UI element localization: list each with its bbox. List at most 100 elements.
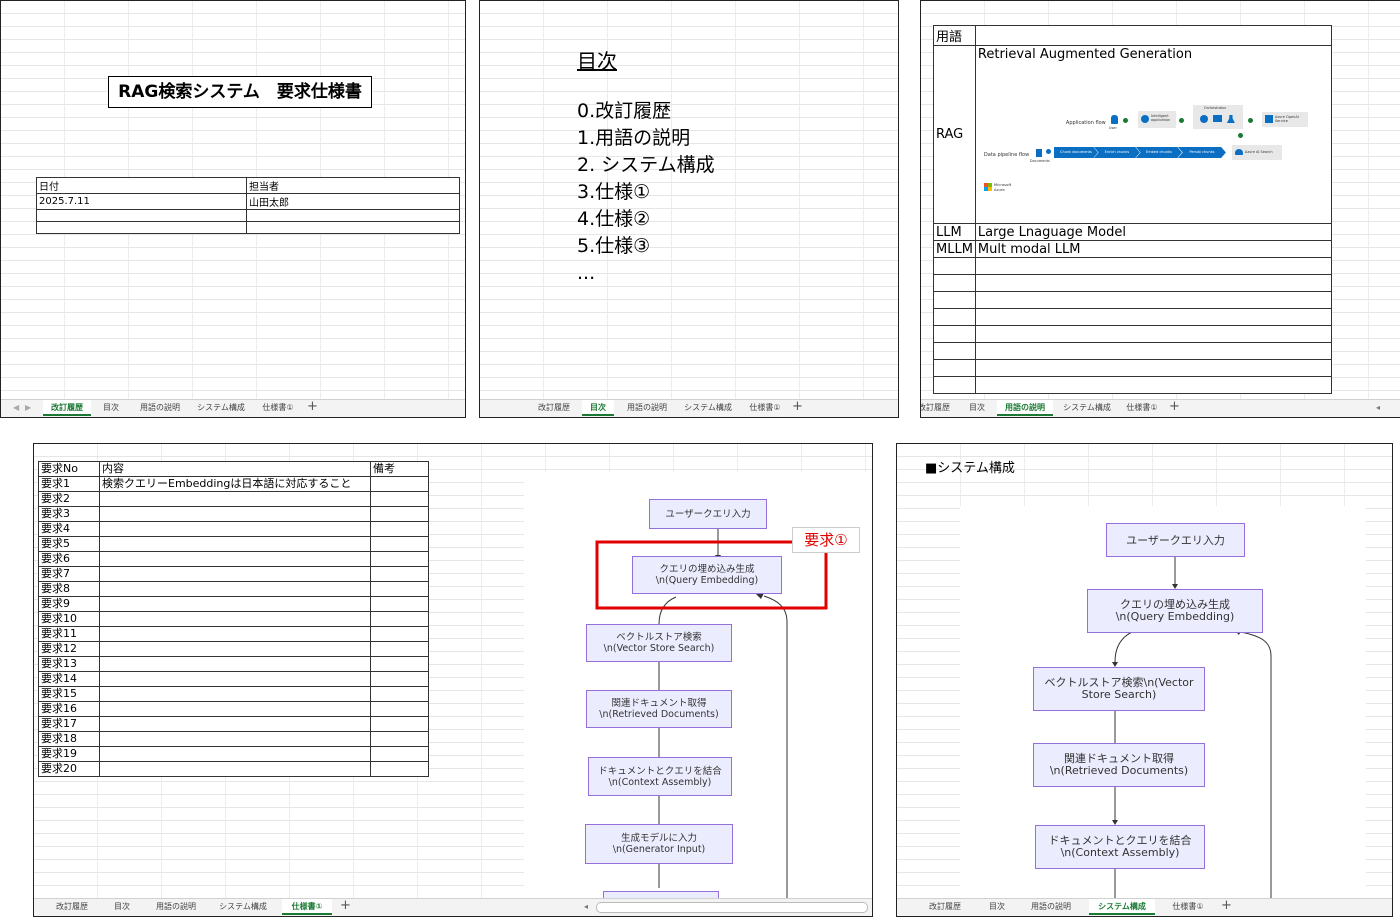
term-cell[interactable]: LLM <box>933 223 976 241</box>
req-no-cell[interactable]: 要求4 <box>38 521 100 537</box>
req-no-cell[interactable]: 要求12 <box>38 641 100 657</box>
req-no-cell[interactable]: 要求9 <box>38 596 100 612</box>
tab-glossary[interactable]: 用語の説明 <box>620 400 674 416</box>
tab-glossary[interactable]: 用語の説明 <box>1023 899 1079 915</box>
date-cell[interactable]: 2025.7.11 <box>36 193 247 210</box>
req-content-cell[interactable] <box>99 581 371 597</box>
add-sheet-button[interactable]: + <box>307 399 318 414</box>
empty-cell[interactable] <box>933 376 976 394</box>
req-remarks-cell[interactable] <box>370 611 429 627</box>
req-remarks-cell[interactable] <box>370 761 429 777</box>
req-remarks-cell[interactable] <box>370 491 429 507</box>
req-no-cell[interactable]: 要求20 <box>38 761 100 777</box>
empty-cell[interactable] <box>933 325 976 343</box>
req-content-cell[interactable] <box>99 506 371 522</box>
tab-scroll-icon[interactable]: ▶ <box>25 400 31 416</box>
author-cell[interactable]: 山田太郎 <box>246 193 460 210</box>
req-remarks-cell[interactable] <box>370 506 429 522</box>
req-no-cell[interactable]: 要求16 <box>38 701 100 717</box>
tab-system-config[interactable]: システム構成 <box>1059 400 1115 416</box>
req-content-cell[interactable] <box>99 596 371 612</box>
req-remarks-cell[interactable] <box>370 716 429 732</box>
tab-spec-1[interactable]: 仕様書① <box>282 899 332 915</box>
req-remarks-cell[interactable] <box>370 641 429 657</box>
req-remarks-cell[interactable] <box>370 731 429 747</box>
req-remarks-cell[interactable] <box>370 671 429 687</box>
empty-cell[interactable] <box>974 325 1333 343</box>
req-no-cell[interactable]: 要求17 <box>38 716 100 732</box>
req-remarks-cell[interactable] <box>370 566 429 582</box>
req-remarks-cell[interactable] <box>370 656 429 672</box>
empty-cell[interactable] <box>974 25 1333 46</box>
horizontal-scrollbar[interactable] <box>596 902 868 913</box>
scroll-left-icon[interactable]: ◂ <box>1376 400 1380 416</box>
req-no-cell[interactable]: 要求8 <box>38 581 100 597</box>
tab-system-config[interactable]: システム構成 <box>1089 899 1155 915</box>
rag-description-cell[interactable]: Retrieval Augmented Generation Applicati… <box>974 45 1333 224</box>
req-no-cell[interactable]: 要求1 <box>38 476 100 492</box>
tab-spec-1[interactable]: 仕様書① <box>1119 400 1165 416</box>
tab-revision-history[interactable]: 改訂履歴 <box>530 400 578 416</box>
req-content-cell[interactable] <box>99 641 371 657</box>
tab-toc[interactable]: 目次 <box>963 400 991 416</box>
req-no-cell[interactable]: 要求18 <box>38 731 100 747</box>
add-sheet-button[interactable]: + <box>792 399 803 414</box>
tab-system-config[interactable]: システム構成 <box>193 400 249 416</box>
empty-cell[interactable] <box>933 308 976 326</box>
tab-glossary[interactable]: 用語の説明 <box>997 400 1053 416</box>
empty-cell[interactable] <box>36 221 247 234</box>
req-content-cell[interactable] <box>99 536 371 552</box>
req-content-cell[interactable] <box>99 656 371 672</box>
tab-toc[interactable]: 目次 <box>582 400 614 416</box>
req-content-cell[interactable] <box>99 566 371 582</box>
tab-revision-history[interactable]: 改訂履歴 <box>43 400 91 416</box>
term-cell[interactable]: MLLM <box>933 240 976 258</box>
req-remarks-cell[interactable] <box>370 536 429 552</box>
empty-cell[interactable] <box>974 257 1333 275</box>
req-remarks-cell[interactable] <box>370 746 429 762</box>
tab-revision-history[interactable]: 改訂履歴 <box>48 899 96 915</box>
empty-cell[interactable] <box>246 209 460 222</box>
req-content-cell[interactable] <box>99 611 371 627</box>
tab-spec-1[interactable]: 仕様書① <box>1163 899 1213 915</box>
req-remarks-cell[interactable] <box>370 596 429 612</box>
add-sheet-button[interactable]: + <box>340 898 351 913</box>
scroll-left-icon[interactable]: ◂ <box>584 899 588 915</box>
tab-spec-1[interactable]: 仕様書① <box>255 400 301 416</box>
req-remarks-cell[interactable] <box>370 521 429 537</box>
empty-cell[interactable] <box>974 342 1333 360</box>
empty-cell[interactable] <box>974 274 1333 292</box>
add-sheet-button[interactable]: + <box>1221 898 1232 913</box>
req-remarks-cell[interactable] <box>370 476 429 492</box>
empty-cell[interactable] <box>974 291 1333 309</box>
req-content-cell[interactable] <box>99 671 371 687</box>
req-content-cell[interactable] <box>99 761 371 777</box>
tab-revision-history[interactable]: 改訂履歴 <box>921 899 969 915</box>
req-no-cell[interactable]: 要求15 <box>38 686 100 702</box>
term-description[interactable]: Large Lnaguage Model <box>974 223 1333 241</box>
empty-cell[interactable] <box>933 274 976 292</box>
req-remarks-cell[interactable] <box>370 581 429 597</box>
req-no-cell[interactable]: 要求10 <box>38 611 100 627</box>
req-content-cell[interactable] <box>99 746 371 762</box>
req-no-cell[interactable]: 要求11 <box>38 626 100 642</box>
empty-cell[interactable] <box>246 221 460 234</box>
req-content-cell[interactable] <box>99 701 371 717</box>
empty-cell[interactable] <box>933 257 976 275</box>
req-no-cell[interactable]: 要求2 <box>38 491 100 507</box>
empty-cell[interactable] <box>974 376 1333 394</box>
tab-system-config[interactable]: システム構成 <box>680 400 736 416</box>
req-content-cell[interactable] <box>99 551 371 567</box>
req-no-cell[interactable]: 要求13 <box>38 656 100 672</box>
req-content-cell[interactable] <box>99 731 371 747</box>
tab-toc[interactable]: 目次 <box>981 899 1013 915</box>
empty-cell[interactable] <box>36 209 247 222</box>
req-no-cell[interactable]: 要求3 <box>38 506 100 522</box>
empty-cell[interactable] <box>933 359 976 377</box>
term-cell[interactable]: RAG <box>933 45 976 224</box>
tab-glossary[interactable]: 用語の説明 <box>148 899 204 915</box>
tab-glossary[interactable]: 用語の説明 <box>133 400 187 416</box>
req-content-cell[interactable] <box>99 491 371 507</box>
req-no-cell[interactable]: 要求19 <box>38 746 100 762</box>
tab-scroll-icon[interactable]: ◀ <box>13 400 19 416</box>
